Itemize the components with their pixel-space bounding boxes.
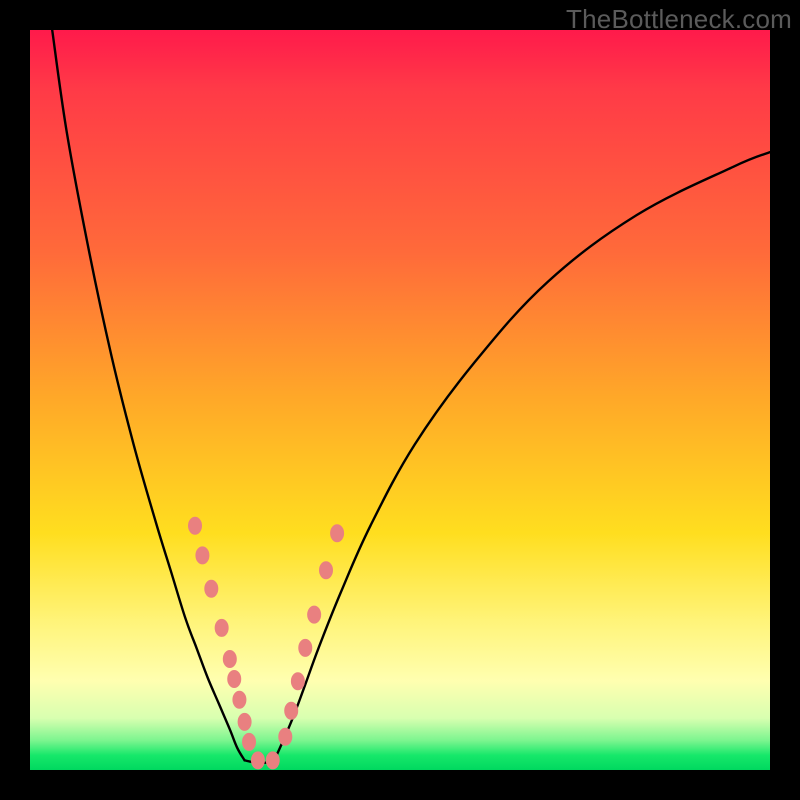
marker-dot [188, 517, 202, 535]
marker-dot [307, 606, 321, 624]
curve-left-branch [52, 30, 244, 760]
marker-dot [223, 650, 237, 668]
chart-frame: TheBottleneck.com [0, 0, 800, 800]
watermark-text: TheBottleneck.com [566, 4, 792, 35]
marker-dot [232, 691, 246, 709]
marker-dot [330, 524, 344, 542]
marker-dot [319, 561, 333, 579]
marker-dot [291, 672, 305, 690]
marker-dot [242, 733, 256, 751]
curve-paths [52, 30, 770, 763]
marker-dot [227, 670, 241, 688]
marker-dot [195, 546, 209, 564]
marker-dot [238, 713, 252, 731]
curve-right-branch [274, 152, 770, 760]
marker-dot [298, 639, 312, 657]
marker-dot [204, 580, 218, 598]
marker-dot [278, 728, 292, 746]
marker-dot [284, 702, 298, 720]
marker-dot [266, 751, 280, 769]
chart-plot-area [30, 30, 770, 770]
chart-svg [30, 30, 770, 770]
marker-dot [251, 751, 265, 769]
marker-dot [215, 619, 229, 637]
